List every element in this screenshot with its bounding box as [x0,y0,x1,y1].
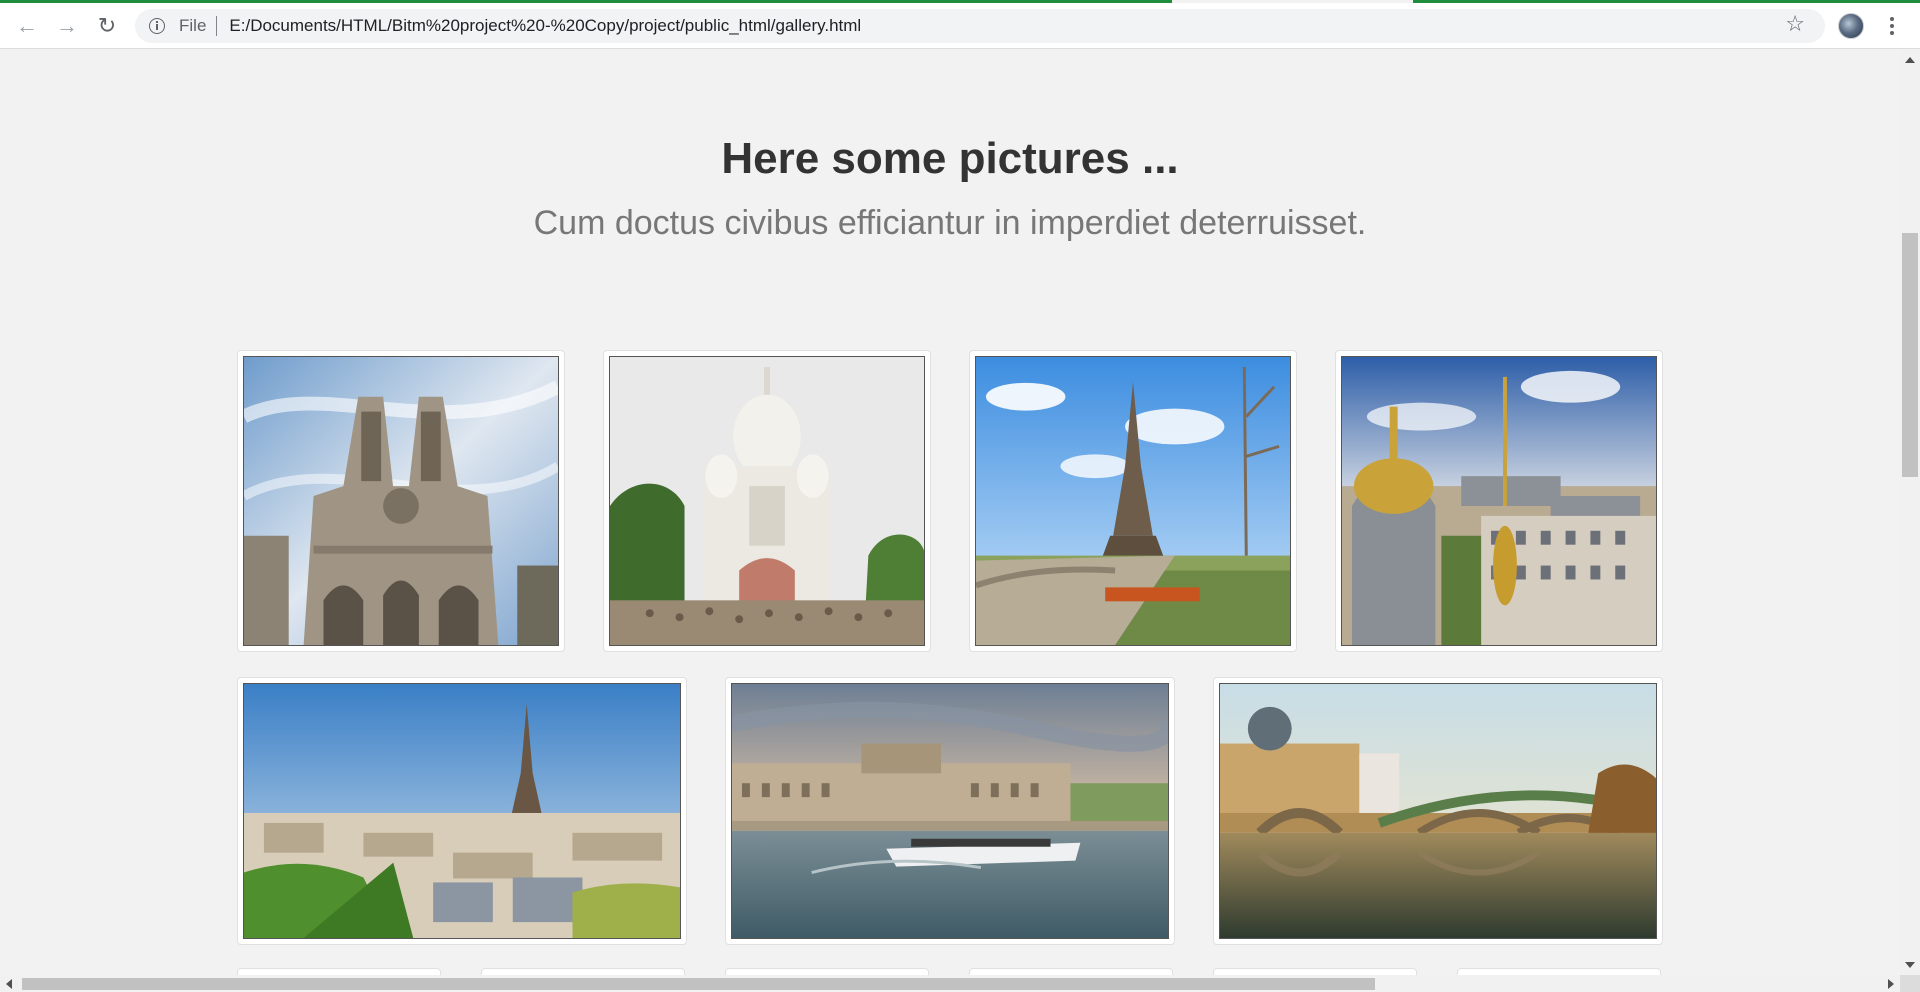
scheme-label: File [179,16,207,35]
gallery-thumbnail[interactable] [603,350,931,652]
gallery-photo [975,356,1291,646]
gallery-photo [243,356,559,646]
gallery-thumbnail[interactable] [969,350,1297,652]
vertical-scrollbar[interactable] [1900,50,1920,975]
gallery-thumbnail[interactable] [1213,968,1417,975]
browser-toolbar: ← → ↻ File E:/Documents/HTML/Bitm%20proj… [0,3,1920,49]
gallery-thumbnail[interactable] [481,968,685,975]
forward-arrow-icon[interactable]: → [52,11,82,41]
gallery-photo [609,356,925,646]
profile-avatar[interactable] [1838,13,1864,39]
info-icon[interactable] [149,18,165,34]
scroll-left-arrow-icon[interactable] [6,979,12,989]
gallery-photo [1341,356,1657,646]
horizontal-scrollbar[interactable] [0,975,1900,992]
scroll-up-arrow-icon[interactable] [1905,57,1915,63]
page-viewport: Here some pictures ... Cum doctus civibu… [0,50,1900,975]
scrollbar-corner [1900,975,1920,992]
browser-menu-icon[interactable] [1884,13,1900,39]
gallery-thumbnail[interactable] [725,677,1175,945]
gallery-thumbnail[interactable] [237,968,441,975]
bookmark-star-icon[interactable]: ☆ [1785,11,1805,37]
vertical-scroll-thumb[interactable] [1902,233,1918,477]
scroll-right-arrow-icon[interactable] [1888,979,1894,989]
back-arrow-icon[interactable]: ← [12,11,42,41]
gallery-photo [731,683,1169,939]
gallery-thumbnail[interactable] [1213,677,1663,945]
gallery-thumbnail[interactable] [1457,968,1661,975]
url-text[interactable]: E:/Documents/HTML/Bitm%20project%20-%20C… [229,16,861,36]
scroll-down-arrow-icon[interactable] [1905,962,1915,968]
page-subtitle: Cum doctus civibus efficiantur in imperd… [533,204,1367,242]
gallery-thumbnail[interactable] [969,968,1173,975]
gallery-photo [243,683,681,939]
address-bar[interactable]: File E:/Documents/HTML/Bitm%20project%20… [135,9,1825,43]
reload-icon[interactable]: ↻ [92,11,122,41]
gallery-thumbnail[interactable] [237,677,687,945]
page-title: Here some pictures ... [721,134,1179,183]
gallery-thumbnail[interactable] [725,968,929,975]
divider [216,16,218,36]
horizontal-scroll-thumb[interactable] [22,978,1375,990]
gallery-thumbnail[interactable] [237,350,565,652]
gallery-thumbnail[interactable] [1335,350,1663,652]
gallery-photo [1219,683,1657,939]
